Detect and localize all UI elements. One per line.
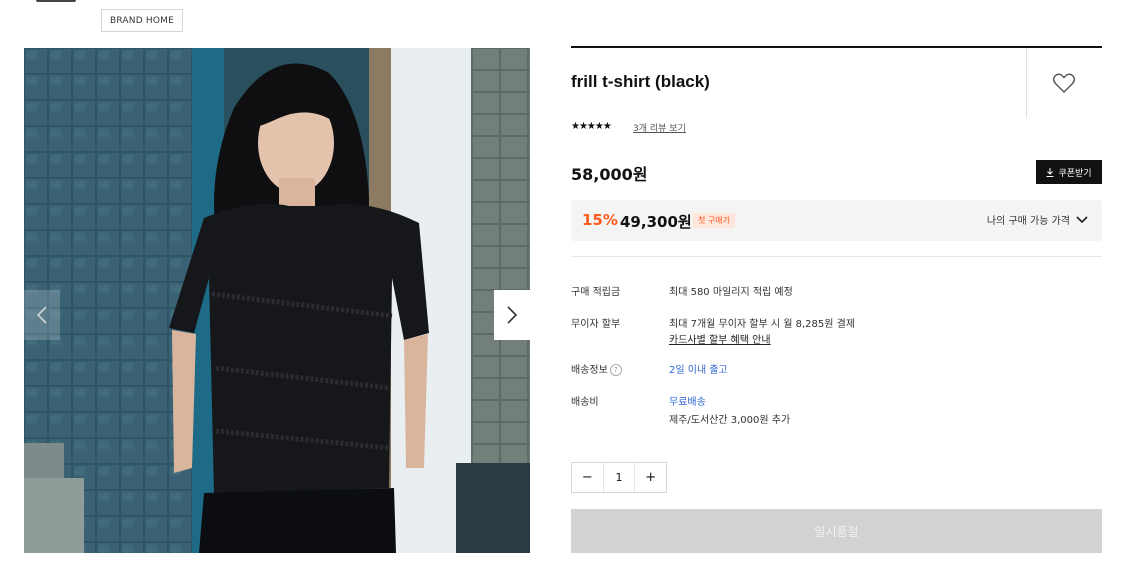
product-photo	[24, 48, 530, 553]
product-image	[24, 48, 530, 553]
info-divider	[571, 256, 1102, 257]
wish-divider	[1026, 48, 1027, 118]
info-label-installment: 무이자 할부	[571, 319, 621, 330]
top-divider	[571, 46, 1102, 48]
wishlist-button[interactable]	[1050, 70, 1078, 96]
brand-home-button[interactable]: BRAND HOME	[101, 9, 183, 32]
quantity-plus-button[interactable]: +	[635, 463, 666, 492]
info-value-installment: 최대 7개월 무이자 할부 시 월 8,285원 결제	[669, 319, 856, 330]
shipping-fee-extra: 제주/도서산간 3,000원 추가	[669, 415, 791, 426]
review-link[interactable]: 3개 리뷰 보기	[633, 121, 686, 134]
sold-out-button[interactable]: 일시품절	[571, 509, 1102, 553]
info-label-shipping: 배송정보?	[571, 361, 622, 376]
product-title: frill t-shirt (black)	[571, 72, 710, 91]
quantity-value[interactable]: 1	[602, 463, 636, 492]
info-value-mileage: 최대 580 마일리지 적립 예정	[669, 287, 793, 298]
gallery-next-button[interactable]	[494, 290, 530, 340]
info-value-shipping-fee: 무료배송	[669, 397, 706, 408]
chevron-left-icon	[36, 306, 47, 324]
discount-rate: 15%	[582, 211, 618, 229]
chevron-right-icon	[507, 306, 518, 324]
heart-icon	[1052, 73, 1076, 93]
my-price-label: 나의 구매 가능 가격	[986, 216, 1070, 227]
gallery-prev-button[interactable]	[24, 290, 60, 340]
installment-benefit-link[interactable]: 카드사별 할부 혜택 안내	[669, 331, 771, 346]
quantity-minus-button[interactable]: −	[572, 463, 603, 492]
coupon-button[interactable]: 쿠폰받기	[1036, 160, 1102, 184]
help-icon[interactable]: ?	[609, 364, 622, 376]
brand-logo[interactable]	[36, 0, 76, 2]
download-icon	[1046, 167, 1054, 177]
sale-price: 49,300원	[620, 213, 692, 231]
sale-price-box: 15% 49,300원 첫 구매가 나의 구매 가능 가격	[571, 200, 1102, 241]
first-purchase-badge: 첫 구매가	[693, 213, 735, 228]
chevron-down-icon	[1076, 215, 1088, 223]
coupon-label: 쿠폰받기	[1058, 168, 1092, 179]
shipping-label-text: 배송정보	[571, 365, 608, 376]
info-label-shipping-fee: 배송비	[571, 397, 599, 408]
original-price: 58,000원	[571, 165, 648, 184]
info-label-mileage: 구매 적립금	[571, 287, 621, 298]
quantity-stepper: − 1 +	[571, 462, 667, 493]
info-value-shipping: 2일 이내 출고	[669, 365, 728, 376]
my-price-toggle[interactable]: 나의 구매 가능 가격	[987, 212, 1088, 227]
rating-stars: ★★★★★	[571, 121, 612, 132]
